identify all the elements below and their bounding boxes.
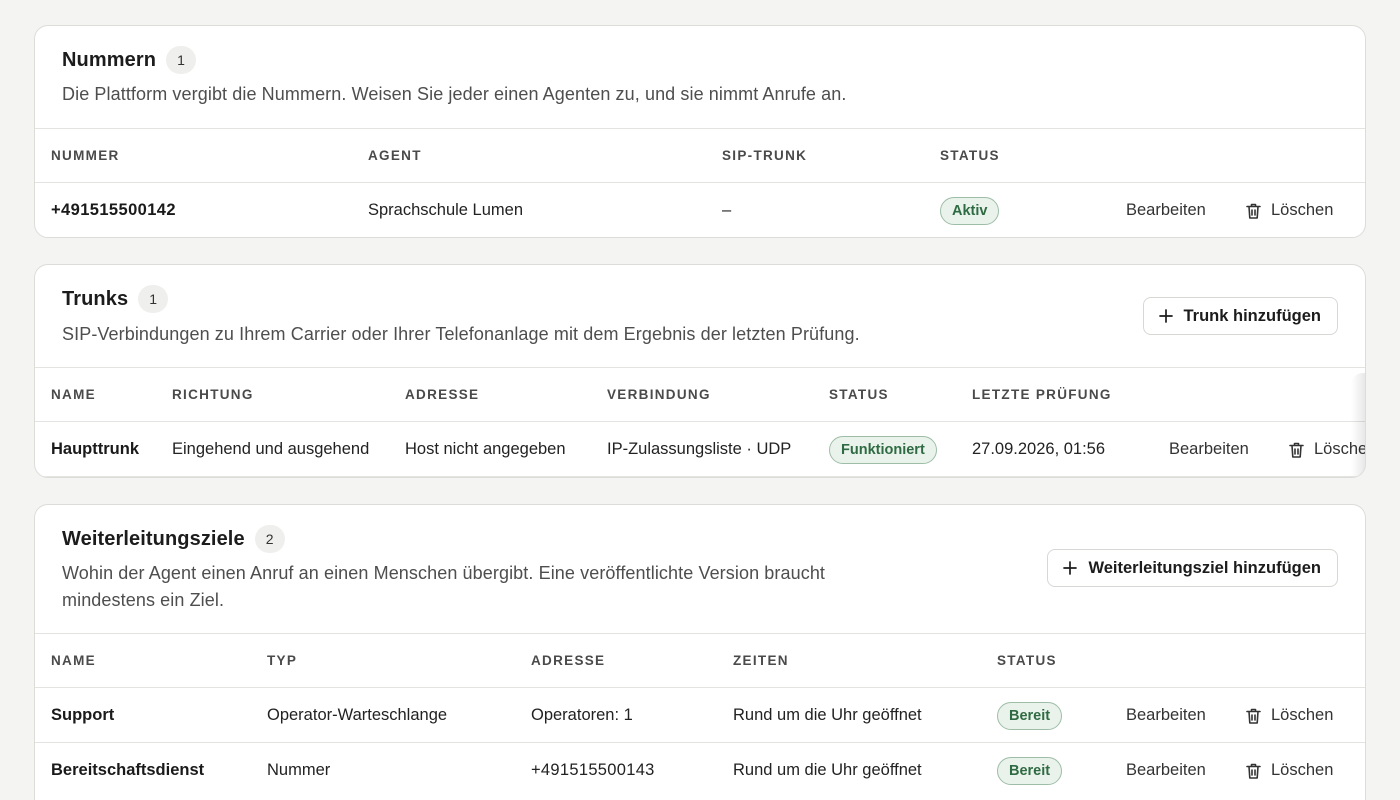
forwarding-header: Weiterleitungsziele 2 Wohin der Agent ei… [35,505,1365,634]
numbers-title: Nummern [62,48,157,71]
column-header-number: Nummer [51,148,120,163]
plus-icon [1063,561,1078,575]
status-badge: Bereit [997,757,1063,785]
edit-button[interactable]: Bearbeiten [1126,183,1206,237]
scroll-shadow [1351,373,1365,477]
trunks-title: Trunks [62,287,129,310]
numbers-table-header: Nummer Agent SIP-Trunk Status [35,129,1365,183]
table-row: Haupttrunk Eingehend und ausgehend Host … [35,422,1365,477]
status-badge: Aktiv [940,197,1000,225]
times-cell: Rund um die Uhr geöffnet [733,761,922,779]
column-header-status: Status [829,387,889,402]
target-name-cell: Bereitschaftsdienst [51,761,205,779]
add-forwarding-target-button[interactable]: Weiterleitungsziel hinzufügen [1047,549,1338,587]
times-cell: Rund um die Uhr geöffnet [733,706,922,724]
delete-button[interactable]: Löschen [1245,743,1333,798]
column-header-address: Adresse [531,653,606,668]
delete-label: Löschen [1271,706,1334,724]
numbers-count-badge: 1 [166,46,197,74]
status-badge: Bereit [997,702,1063,730]
direction-cell: Eingehend und ausgehend [172,440,370,458]
trash-icon [1246,708,1261,724]
add-forwarding-target-label: Weiterleitungsziel hinzufügen [1088,558,1321,577]
trash-icon [1246,763,1261,779]
forwarding-table-header: Name Typ Adresse Zeiten Status [35,634,1365,688]
column-header-status: Status [997,653,1057,668]
table-row: +491515500142 Sprachschule Lumen – Aktiv… [35,183,1365,237]
type-cell: Nummer [267,761,331,779]
trash-icon [1246,203,1261,219]
number-cell: +491515500142 [51,201,176,219]
trunks-count-badge: 1 [138,285,169,313]
trunks-card: Trunks 1 SIP-Verbindungen zu Ihrem Carri… [34,264,1366,478]
connection-cell: IP-Zulassungsliste · UDP [607,440,792,458]
trunks-description: SIP-Verbindungen zu Ihrem Carrier oder I… [62,324,860,344]
trash-icon [1289,442,1304,458]
column-header-times: Zeiten [733,653,789,668]
column-header-status: Status [940,148,1000,163]
column-header-name: Name [51,387,96,402]
numbers-header: Nummern 1 Die Plattform vergibt die Numm… [35,26,1365,129]
address-cell: Host nicht angegeben [405,440,566,458]
forwarding-count-badge: 2 [254,525,285,553]
numbers-title-row: Nummern 1 [62,46,197,74]
numbers-card: Nummern 1 Die Plattform vergibt die Numm… [34,25,1366,238]
column-header-connection: Verbindung [607,387,711,402]
agent-cell[interactable]: Sprachschule Lumen [368,183,523,237]
delete-button[interactable]: Löschen [1245,183,1334,237]
edit-button[interactable]: Bearbeiten [1169,422,1249,477]
delete-label: Löschen [1271,761,1334,779]
status-badge: Funktioniert [829,436,937,464]
column-header-name: Name [51,653,96,668]
table-row: Bereitschaftsdienst Nummer +491515500143… [35,743,1365,798]
edit-button[interactable]: Bearbeiten [1126,743,1206,798]
column-header-address: Adresse [405,387,480,402]
delete-label: Löschen [1271,201,1334,219]
plus-icon [1158,309,1173,323]
sip-trunk-cell: – [722,201,732,219]
table-row: Support Operator-Warteschlange Operatore… [35,688,1365,743]
column-header-last-check: Letzte Prüfung [972,387,1112,402]
target-name-cell: Support [51,706,115,724]
trunks-header: Trunks 1 SIP-Verbindungen zu Ihrem Carri… [35,265,1365,368]
type-cell: Operator-Warteschlange [267,706,448,724]
column-header-sip-trunk: SIP-Trunk [722,148,808,163]
trunks-table-header: Name Richtung Adresse Verbindung Status … [35,368,1365,422]
add-trunk-button[interactable]: Trunk hinzufügen [1142,297,1338,335]
column-header-direction: Richtung [172,387,254,402]
forwarding-card: Weiterleitungsziele 2 Wohin der Agent ei… [34,504,1366,800]
numbers-description: Die Plattform vergibt die Nummern. Weise… [62,84,847,104]
last-check-cell: 27.09.2026, 01:56 [972,440,1106,458]
address-cell: +491515500143 [531,761,655,779]
forwarding-title: Weiterleitungsziele [62,527,245,550]
trunks-title-row: Trunks 1 [62,285,169,313]
add-trunk-label: Trunk hinzufügen [1183,306,1322,325]
address-cell: Operatoren: 1 [531,706,633,724]
forwarding-description: Wohin der Agent einen Anruf an einen Men… [62,563,826,610]
edit-button[interactable]: Bearbeiten [1126,688,1206,743]
trunk-name-cell: Haupttrunk [51,440,139,458]
delete-button[interactable]: Löschen [1245,688,1333,743]
column-header-agent: Agent [368,148,422,163]
forwarding-title-row: Weiterleitungsziele 2 [62,525,285,553]
column-header-type: Typ [267,653,298,668]
